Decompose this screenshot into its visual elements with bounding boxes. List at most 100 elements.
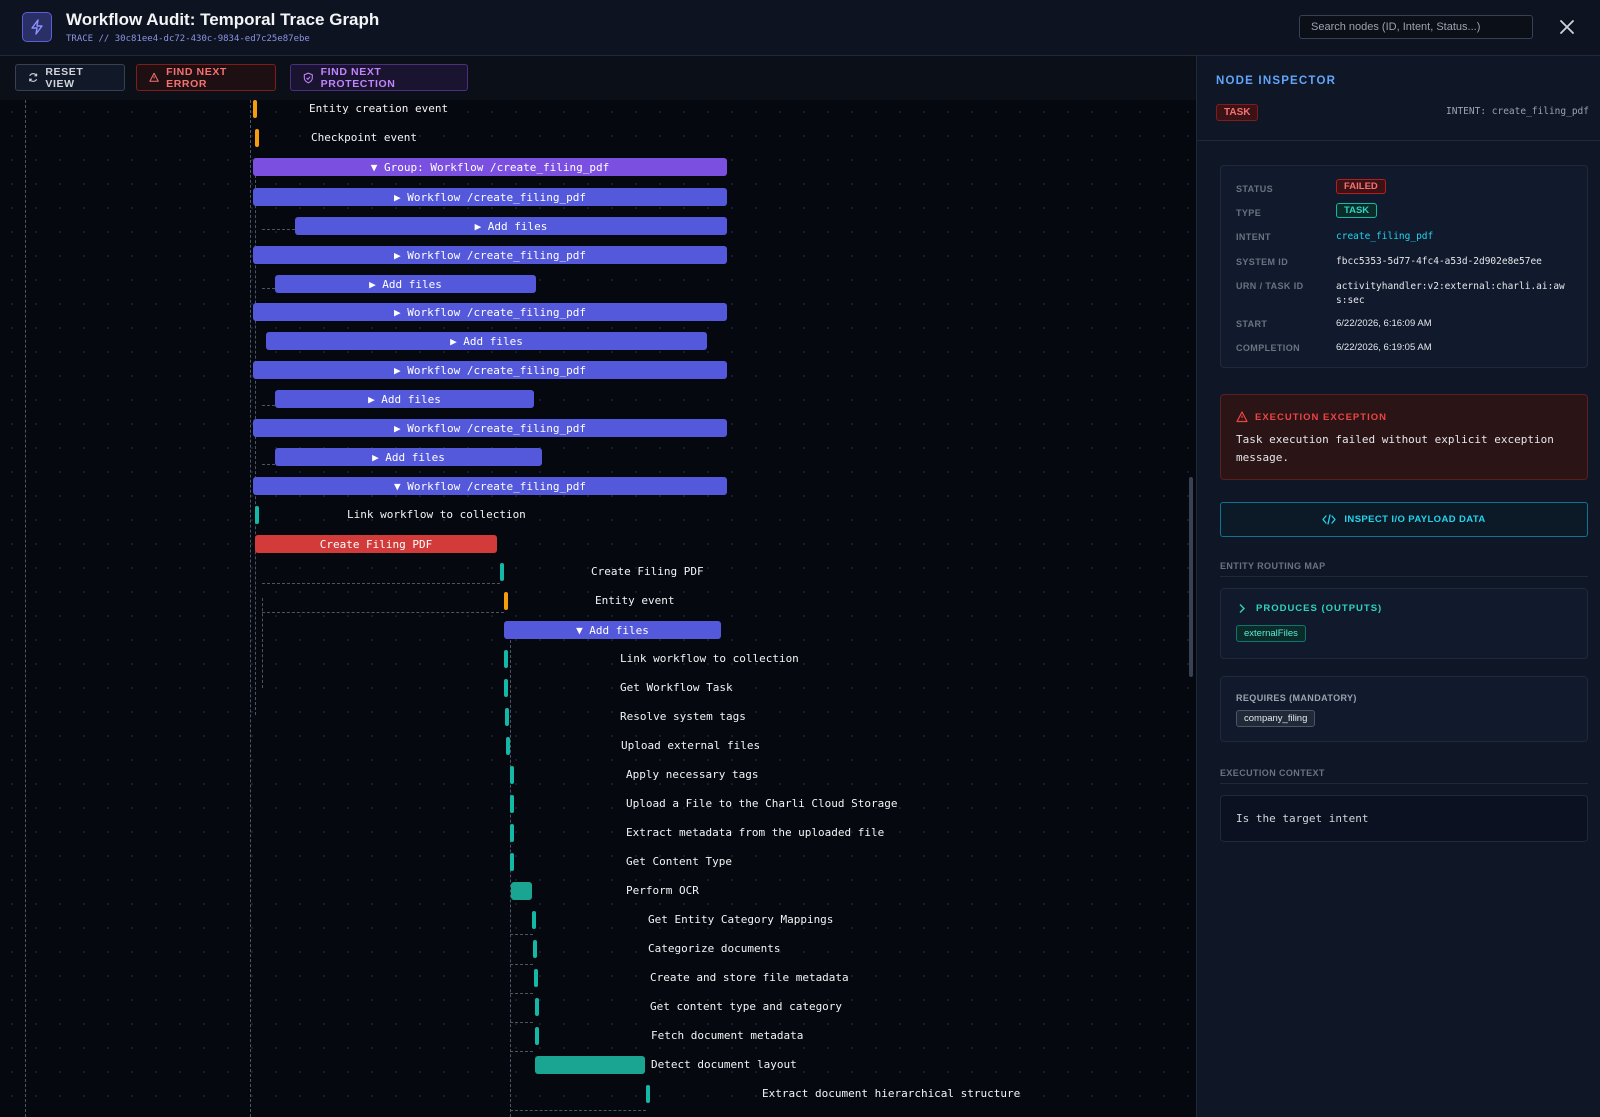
output-entity-chip: externalFiles <box>1236 625 1306 642</box>
node-inspector-panel: NODE INSPECTOR TASK INTENT: create_filin… <box>1196 56 1600 1117</box>
workflow-bar[interactable]: ▶ Add files <box>275 448 542 466</box>
refresh-icon <box>29 73 38 82</box>
task-marker[interactable] <box>510 853 514 871</box>
connector <box>510 964 533 965</box>
intent-header: INTENT: create_filing_pdf <box>1446 106 1589 117</box>
node-label: Categorize documents <box>648 942 781 955</box>
task-marker[interactable] <box>510 795 514 813</box>
event-marker[interactable] <box>504 592 508 610</box>
workflow-bar[interactable]: ▶ Workflow /create_filing_pdf <box>253 246 727 264</box>
connector <box>262 288 275 289</box>
divider <box>1197 140 1600 141</box>
page-title: Workflow Audit: Temporal Trace Graph <box>66 10 380 29</box>
completion-key: COMPLETION <box>1236 343 1300 353</box>
workflow-bar[interactable]: ▶ Add files <box>275 275 536 293</box>
timeline-lane <box>25 100 26 1117</box>
connector <box>262 405 275 406</box>
task-marker[interactable] <box>255 506 259 524</box>
workflow-bar[interactable]: ▼ Add files <box>504 621 721 639</box>
connector <box>510 1110 646 1111</box>
task-marker[interactable] <box>504 650 508 668</box>
find-next-protection-button[interactable]: FIND NEXT PROTECTION <box>290 64 468 91</box>
node-label: Get Entity Category Mappings <box>648 913 834 926</box>
context-heading: EXECUTION CONTEXT <box>1220 768 1325 778</box>
task-marker[interactable] <box>510 824 514 842</box>
task-marker[interactable] <box>533 940 537 958</box>
warning-icon <box>1236 411 1248 423</box>
find-next-error-label: FIND NEXT ERROR <box>166 65 227 90</box>
search-input[interactable] <box>1299 15 1533 39</box>
connector <box>510 993 533 994</box>
task-marker[interactable] <box>500 563 504 581</box>
workflow-bar[interactable]: ▶ Add files <box>266 332 707 350</box>
workflow-bar[interactable]: ▶ Add files <box>275 390 534 408</box>
workflow-bar[interactable]: ▼ Workflow /create_filing_pdf <box>253 477 727 495</box>
node-label: Perform OCR <box>626 884 699 897</box>
workflow-bar[interactable]: ▶ Workflow /create_filing_pdf <box>253 361 727 379</box>
failed-task-bar[interactable]: Create Filing PDF <box>255 535 497 553</box>
intent-key: INTENT <box>1236 232 1271 242</box>
timeline-lane <box>250 100 251 1117</box>
node-label: Get Content Type <box>626 855 732 868</box>
task-marker[interactable] <box>532 911 536 929</box>
close-icon[interactable] <box>1556 16 1578 38</box>
find-next-error-button[interactable]: FIND NEXT ERROR <box>136 64 276 91</box>
execution-exception-card: EXECUTION EXCEPTION Task execution faile… <box>1220 394 1588 480</box>
trace-graph-canvas[interactable]: Entity creation event Checkpoint event ▼… <box>0 100 1196 1117</box>
connector <box>262 229 295 230</box>
node-label: Upload external files <box>621 739 761 752</box>
execution-context-card: Is the target intent <box>1220 795 1588 842</box>
produces-label: PRODUCES (OUTPUTS) <box>1256 603 1383 614</box>
intent-value[interactable]: create_filing_pdf <box>1336 231 1433 242</box>
timeline-lane <box>510 640 511 1117</box>
start-key: START <box>1236 319 1268 329</box>
task-marker[interactable] <box>535 1027 539 1045</box>
task-bar[interactable] <box>535 1056 645 1074</box>
node-label: Get content type and category <box>650 1000 843 1013</box>
workflow-bar[interactable]: ▶ Add files <box>295 217 727 235</box>
task-marker[interactable] <box>535 998 539 1016</box>
node-label: Link workflow to collection <box>620 652 799 665</box>
node-label: Apply necessary tags <box>626 768 759 781</box>
event-marker[interactable] <box>255 129 259 147</box>
completion-value: 6/22/2026, 6:19:05 AM <box>1336 342 1432 353</box>
task-marker[interactable] <box>504 679 508 697</box>
workflow-bar[interactable]: ▶ Workflow /create_filing_pdf <box>253 419 727 437</box>
connector <box>262 464 275 465</box>
shield-icon <box>303 72 313 83</box>
task-marker[interactable] <box>534 969 538 987</box>
connector <box>510 1051 533 1052</box>
task-bar[interactable] <box>511 882 532 900</box>
node-label: Link workflow to collection <box>347 508 526 521</box>
chevron-right-icon[interactable] <box>1238 603 1246 614</box>
node-label: Entity event <box>595 594 675 607</box>
status-badge: FAILED <box>1336 179 1386 194</box>
produces-card[interactable]: PRODUCES (OUTPUTS) externalFiles <box>1220 588 1588 659</box>
workflow-bar[interactable]: ▶ Workflow /create_filing_pdf <box>253 303 727 321</box>
divider <box>1220 783 1588 784</box>
urn-value: activityhandler:v2:external:charli.ai:aw… <box>1336 281 1565 306</box>
node-label: Resolve system tags <box>620 710 746 723</box>
node-label: Detect document layout <box>651 1058 797 1071</box>
exception-title: EXECUTION EXCEPTION <box>1255 412 1387 423</box>
task-marker[interactable] <box>506 737 510 755</box>
start-value: 6/22/2026, 6:16:09 AM <box>1336 318 1432 329</box>
reset-view-button[interactable]: RESET VIEW <box>15 64 125 91</box>
required-entity-chip: company_filing <box>1236 710 1316 727</box>
node-label: Entity creation event <box>309 102 449 115</box>
connector <box>262 583 500 584</box>
workflow-bar[interactable]: ▶ Workflow /create_filing_pdf <box>253 188 727 206</box>
node-label: Checkpoint event <box>311 131 417 144</box>
group-bar[interactable]: ▼ Group: Workflow /create_filing_pdf <box>253 158 727 176</box>
type-key: TYPE <box>1236 208 1262 218</box>
node-details-card: STATUS FAILED TYPE TASK INTENT create_fi… <box>1220 165 1588 368</box>
task-marker[interactable] <box>510 766 514 784</box>
urn-key: URN / TASK ID <box>1236 281 1304 291</box>
task-marker[interactable] <box>505 708 509 726</box>
event-marker[interactable] <box>253 100 257 118</box>
task-marker[interactable] <box>646 1085 650 1103</box>
type-badge: TASK <box>1336 203 1378 218</box>
inspect-payload-button[interactable]: INSPECT I/O PAYLOAD DATA <box>1220 502 1588 537</box>
node-kind-badge: TASK <box>1216 104 1259 121</box>
graph-scrollbar[interactable] <box>1189 477 1193 677</box>
